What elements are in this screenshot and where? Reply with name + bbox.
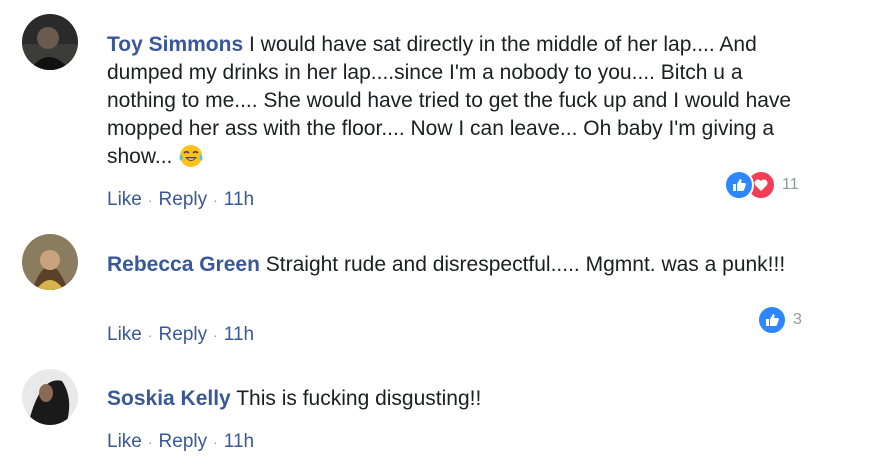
reaction-count: 11 <box>782 176 799 193</box>
comment: Toy Simmons I would have sat directly in… <box>0 0 876 220</box>
separator: · <box>147 434 153 450</box>
separator: · <box>213 434 218 450</box>
comment-text: Straight rude and disrespectful..... Mgm… <box>265 253 786 276</box>
tears-of-joy-emoji-icon <box>178 143 204 169</box>
avatar[interactable] <box>22 14 78 70</box>
reply-link[interactable]: Reply <box>159 324 208 345</box>
like-link[interactable]: Like <box>107 324 142 345</box>
comment-body: Soskia Kelly This is fucking disgusting!… <box>107 385 807 413</box>
comment-author[interactable]: Toy Simmons <box>107 33 243 56</box>
reply-link[interactable]: Reply <box>159 431 208 452</box>
comment: Soskia Kelly This is fucking disgusting!… <box>0 355 876 464</box>
reactions-summary[interactable]: 3 <box>757 305 802 335</box>
separator: · <box>147 192 153 208</box>
comment-timestamp[interactable]: 11h <box>224 189 254 210</box>
separator: · <box>147 327 153 343</box>
separator: · <box>213 192 218 208</box>
like-link[interactable]: Like <box>107 431 142 452</box>
like-reaction-icon <box>724 170 754 200</box>
comment-body: Rebecca Green Straight rude and disrespe… <box>107 251 807 279</box>
separator: · <box>213 327 218 343</box>
comment-timestamp[interactable]: 11h <box>224 431 254 452</box>
avatar[interactable] <box>22 369 78 425</box>
comment: Rebecca Green Straight rude and disrespe… <box>0 220 876 355</box>
comment-body: Toy Simmons I would have sat directly in… <box>107 31 807 171</box>
comment-actions: Like · Reply · 11h <box>107 323 254 347</box>
comment-text: This is fucking disgusting!! <box>236 387 482 410</box>
comment-timestamp[interactable]: 11h <box>224 324 254 345</box>
like-link[interactable]: Like <box>107 189 142 210</box>
reactions-summary[interactable]: 11 <box>724 170 799 200</box>
avatar[interactable] <box>22 234 78 290</box>
like-reaction-icon <box>757 305 787 335</box>
comment-author[interactable]: Rebecca Green <box>107 253 260 276</box>
comment-actions: Like · Reply · 11h <box>107 188 254 212</box>
reply-link[interactable]: Reply <box>159 189 208 210</box>
comment-actions: Like · Reply · 11h <box>107 430 254 454</box>
comment-author[interactable]: Soskia Kelly <box>107 387 231 410</box>
reaction-count: 3 <box>793 311 802 328</box>
